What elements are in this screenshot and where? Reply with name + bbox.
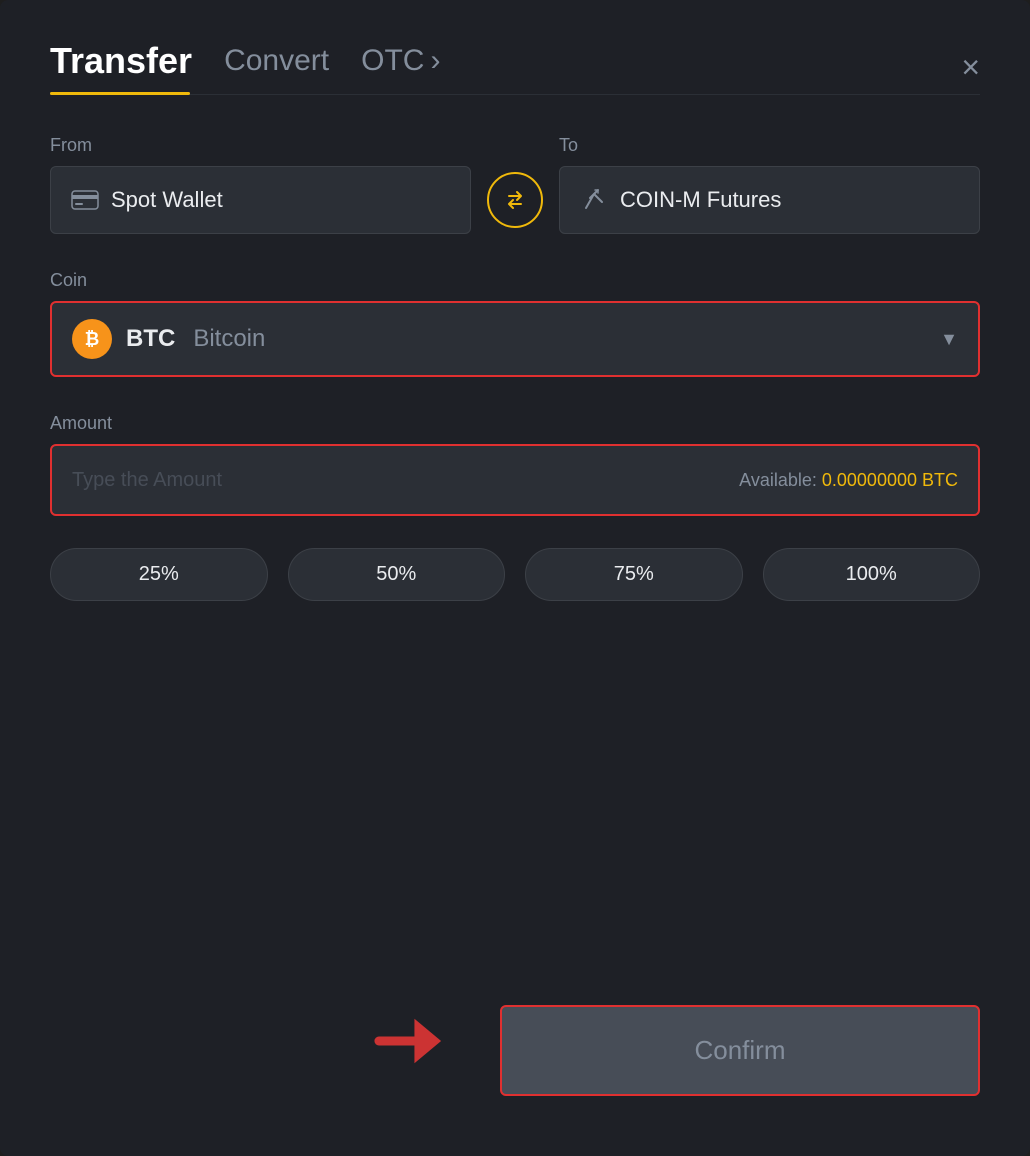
to-section: To COIN-M Futures <box>559 135 980 234</box>
available-text: Available: 0.00000000 BTC <box>739 470 958 491</box>
percent-100-button[interactable]: 100% <box>763 548 981 601</box>
to-label: To <box>559 135 980 156</box>
tab-convert[interactable]: Convert <box>224 44 329 90</box>
btc-icon: ₿ <box>72 319 112 359</box>
futures-icon <box>580 188 608 212</box>
percent-row: 25% 50% 75% 100% <box>50 548 980 601</box>
otc-chevron-icon: › <box>430 44 440 78</box>
available-amount: 0.00000000 BTC <box>822 470 958 490</box>
amount-input-box[interactable]: Type the Amount Available: 0.00000000 BT… <box>50 444 980 516</box>
coin-full-name: Bitcoin <box>193 325 265 353</box>
coin-selector[interactable]: ₿ BTC Bitcoin ▼ <box>50 301 980 377</box>
amount-label: Amount <box>50 413 112 433</box>
swap-button[interactable] <box>487 172 543 228</box>
confirm-area: Confirm <box>50 965 980 1096</box>
coin-chevron-icon: ▼ <box>940 329 958 350</box>
amount-section: Amount Type the Amount Available: 0.0000… <box>50 413 980 516</box>
from-label: From <box>50 135 471 156</box>
from-wallet-name: Spot Wallet <box>111 187 223 213</box>
tab-transfer[interactable]: Transfer <box>50 40 192 94</box>
tab-otc[interactable]: OTC › <box>361 44 440 90</box>
from-section: From Spot Wallet <box>50 135 471 234</box>
active-tab-indicator <box>50 92 190 95</box>
to-wallet-selector[interactable]: COIN-M Futures <box>559 166 980 234</box>
transfer-modal: Transfer Convert OTC › × From Spot Walle… <box>0 0 1030 1156</box>
from-to-row: From Spot Wallet To <box>50 135 980 234</box>
coin-label: Coin <box>50 270 87 290</box>
arrow-indicator <box>370 1001 450 1086</box>
card-icon <box>71 190 99 210</box>
amount-placeholder: Type the Amount <box>72 469 222 492</box>
percent-50-button[interactable]: 50% <box>288 548 506 601</box>
to-wallet-name: COIN-M Futures <box>620 187 781 213</box>
close-button[interactable]: × <box>961 51 980 83</box>
confirm-button[interactable]: Confirm <box>500 1005 980 1096</box>
coin-symbol: BTC <box>126 325 175 353</box>
from-wallet-selector[interactable]: Spot Wallet <box>50 166 471 234</box>
percent-25-button[interactable]: 25% <box>50 548 268 601</box>
coin-section: Coin ₿ BTC Bitcoin ▼ <box>50 270 980 377</box>
percent-75-button[interactable]: 75% <box>525 548 743 601</box>
